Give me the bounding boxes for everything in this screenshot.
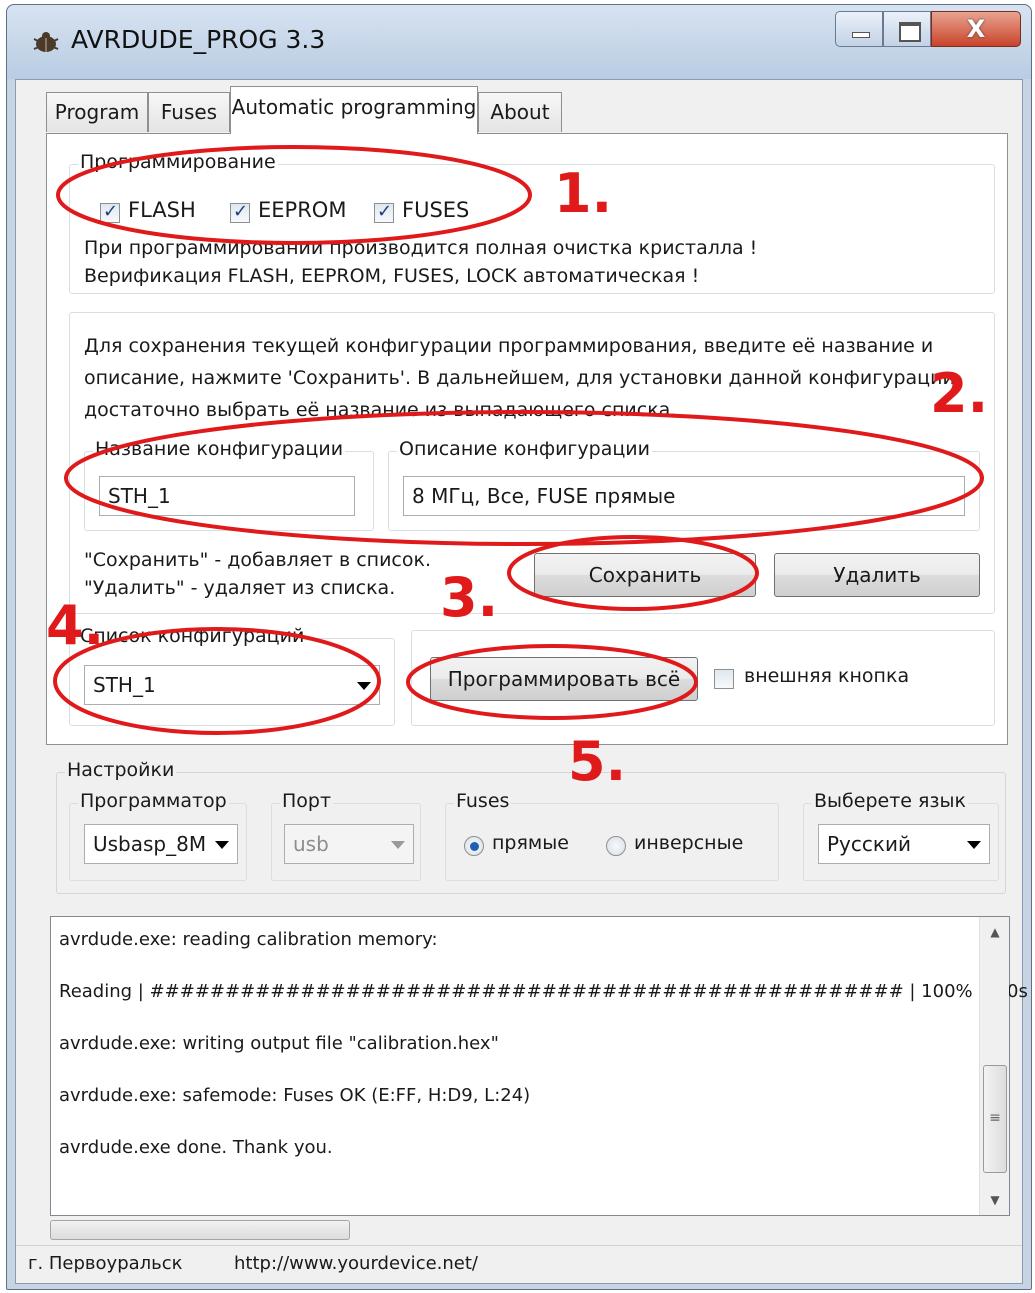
config-name-input[interactable]: STH_1	[99, 476, 355, 516]
status-url[interactable]: http://www.yourdevice.net/	[234, 1246, 478, 1282]
programming-group-label: Программирование	[78, 151, 278, 173]
language-group: Выберете язык Русский	[803, 790, 999, 881]
fuses-label: FUSES	[402, 198, 470, 222]
programmer-combo[interactable]: Usbasp_8M	[84, 824, 238, 864]
config-desc-label: Описание конфигурации	[397, 438, 652, 460]
chevron-down-icon	[215, 841, 229, 849]
fuses-mode-group: Fuses прямые инверсные	[445, 790, 779, 881]
log-line: avrdude.exe: reading calibration memory:	[59, 929, 438, 950]
annotation-number-3: 3.	[440, 566, 499, 629]
language-value: Русский	[827, 832, 911, 856]
fuses-mode-label: Fuses	[454, 790, 512, 812]
fuses-checkbox[interactable]	[374, 201, 394, 223]
delete-hint: "Удалить" - удаляет из списка.	[84, 577, 396, 599]
fuses-direct-radio[interactable]	[464, 836, 484, 856]
port-combo[interactable]: usb	[284, 824, 414, 864]
tab-automatic-programming[interactable]: Automatic programming	[230, 86, 478, 134]
close-button[interactable]: X	[931, 11, 1021, 47]
external-button-checkbox[interactable]	[714, 669, 734, 689]
verification-note: Верификация FLASH, EEPROM, FUSES, LOCK а…	[84, 265, 700, 287]
save-button[interactable]: Сохранить	[534, 553, 756, 597]
programming-group: Программирование FLASH EEPROM FUSES При …	[69, 151, 995, 294]
chevron-down-icon	[357, 682, 371, 690]
log-scrollbar[interactable]: ▲ ≡ ▼	[979, 917, 1009, 1215]
external-button-label: внешняя кнопка	[744, 665, 910, 687]
program-all-button[interactable]: Программировать всё	[430, 657, 698, 701]
fuses-inverse-radio[interactable]	[606, 836, 626, 856]
window-title: AVRDUDE_PROG 3.3	[71, 25, 326, 54]
programmer-value: Usbasp_8M	[93, 832, 207, 856]
config-save-group: Для сохранения текущей конфигурации прог…	[69, 312, 995, 614]
flash-label: FLASH	[128, 198, 196, 222]
tab-program[interactable]: Program	[46, 92, 148, 132]
config-list-combo[interactable]: STH_1	[84, 665, 380, 705]
scroll-thumb[interactable]: ≡	[983, 1065, 1007, 1173]
programmer-group: Программатор Usbasp_8M	[69, 790, 247, 881]
bug-icon	[33, 32, 59, 52]
log-line: avrdude.exe: writing output file "calibr…	[59, 1033, 499, 1054]
scroll-down-icon[interactable]: ▼	[980, 1185, 1010, 1215]
config-info-line-2: описание, нажмите 'Сохранить'. В дальней…	[84, 367, 955, 389]
language-label: Выберете язык	[812, 790, 968, 812]
tab-fuses[interactable]: Fuses	[148, 92, 230, 132]
programmer-label: Программатор	[78, 790, 229, 812]
chevron-down-icon	[967, 841, 981, 849]
annotation-number-2: 2.	[930, 362, 989, 425]
config-name-label: Название конфигурации	[93, 438, 346, 460]
config-list-group: Список конфигураций STH_1	[69, 625, 395, 726]
minimize-icon	[836, 12, 882, 46]
status-bar: г. Первоуральск http://www.yourdevice.ne…	[16, 1245, 1022, 1283]
annotation-number-5: 5.	[568, 730, 627, 793]
progress-bar	[50, 1220, 350, 1240]
config-info-line-3: достаточно выбрать её название из выпада…	[84, 399, 677, 421]
tab-about[interactable]: About	[478, 92, 562, 132]
status-city: г. Первоуральск	[28, 1253, 183, 1274]
chevron-down-icon	[391, 841, 405, 849]
maximize-button[interactable]	[883, 11, 931, 47]
config-list-value: STH_1	[93, 673, 156, 697]
port-label: Порт	[280, 790, 334, 812]
fuses-inverse-label: инверсные	[634, 832, 744, 854]
log-line: avrdude.exe: safemode: Fuses OK (E:FF, H…	[59, 1085, 531, 1106]
eeprom-label: EEPROM	[258, 198, 347, 222]
log-line: avrdude.exe done. Thank you.	[59, 1137, 333, 1158]
port-value: usb	[293, 832, 329, 856]
config-info-line-1: Для сохранения текущей конфигурации прог…	[84, 335, 934, 357]
config-name-group: Название конфигурации STH_1	[84, 438, 374, 531]
delete-button[interactable]: Удалить	[774, 553, 980, 597]
config-list-label: Список конфигураций	[78, 625, 307, 647]
flash-checkbox[interactable]	[100, 201, 120, 223]
close-icon: X	[966, 15, 986, 43]
settings-group-label: Настройки	[65, 759, 177, 781]
settings-group: Настройки Программатор Usbasp_8M Порт us…	[56, 759, 1006, 894]
program-all-group: Программировать всё внешняя кнопка	[411, 630, 995, 726]
annotation-number-1: 1.	[554, 162, 613, 225]
scroll-up-icon[interactable]: ▲	[980, 917, 1010, 947]
log-line: Reading | ##############################…	[59, 981, 1028, 1002]
minimize-button[interactable]	[835, 11, 883, 47]
client-area: Program Fuses Automatic programming Abou…	[15, 79, 1028, 1284]
language-combo[interactable]: Русский	[818, 824, 990, 864]
log-output[interactable]: avrdude.exe: reading calibration memory:…	[50, 916, 1028, 1216]
config-desc-input[interactable]: 8 МГц, Все, FUSE прямые	[403, 476, 965, 516]
port-group: Порт usb	[271, 790, 421, 881]
eeprom-checkbox[interactable]	[230, 201, 250, 223]
annotation-number-4: 4.	[46, 594, 105, 657]
config-desc-group: Описание конфигурации 8 МГц, Все, FUSE п…	[388, 438, 980, 531]
automatic-programming-panel: Программирование FLASH EEPROM FUSES При …	[46, 133, 1008, 745]
app-window: AVRDUDE_PROG 3.3 X Program Fuses Automat…	[6, 4, 1032, 1290]
maximize-icon	[884, 12, 930, 46]
full-erase-note: При программировании производится полная…	[84, 237, 758, 259]
save-hint: "Сохранить" - добавляет в список.	[84, 549, 432, 571]
title-bar[interactable]: AVRDUDE_PROG 3.3 X	[7, 5, 1031, 79]
fuses-direct-label: прямые	[492, 832, 569, 854]
